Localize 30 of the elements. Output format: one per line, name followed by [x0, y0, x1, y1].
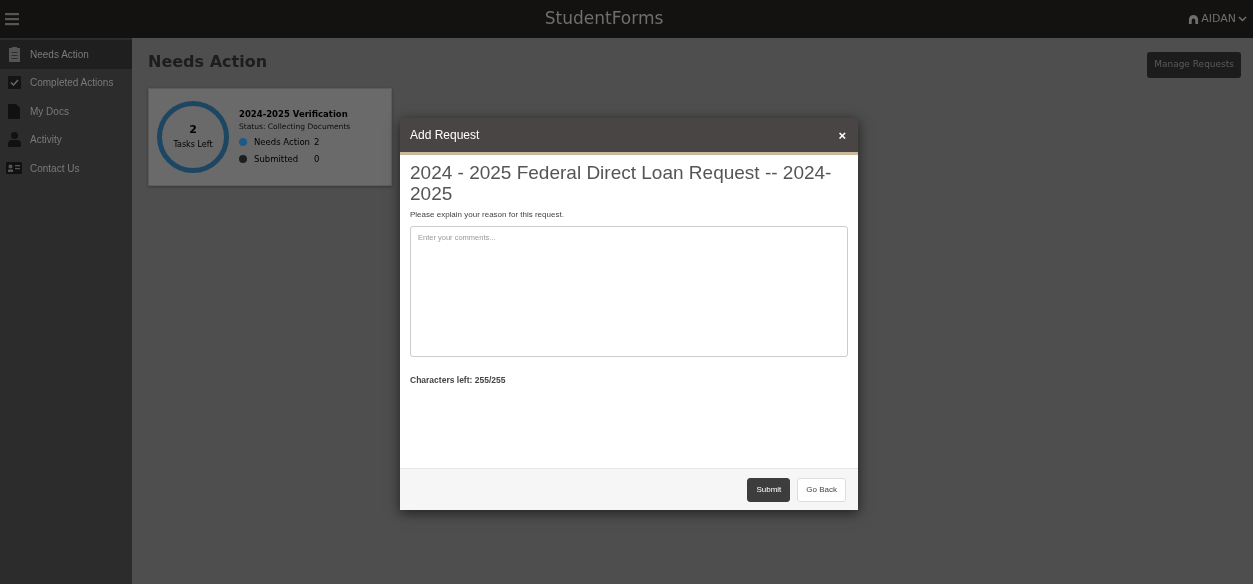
sidebar-item[interactable]: Contact Us [0, 154, 132, 183]
dialog-title: Add Request [410, 127, 480, 144]
contact-card-icon [6, 162, 22, 175]
card-title: 2024-2025 Verification [239, 107, 349, 121]
legend-label: Submitted [254, 152, 300, 166]
close-button[interactable]: × [836, 128, 848, 142]
document-icon [8, 103, 20, 119]
sidebar-item[interactable]: Needs Action [0, 40, 132, 69]
legend-label: Needs Action [254, 135, 311, 149]
app-title: StudentForms [544, 7, 664, 31]
clipboard-icon [7, 46, 21, 63]
request-heading: 2024 - 2025 Federal Direct Loan Request -- 2024-2025 [410, 163, 833, 205]
menu-icon[interactable] [4, 11, 20, 27]
prompt-text: Please explain your reason for this request. [410, 208, 565, 221]
checkbox-icon [7, 76, 21, 90]
task-count-label: Tasks Left [173, 138, 213, 151]
sidebar-item[interactable]: Activity [0, 125, 132, 154]
sidebar-item[interactable]: Completed Actions [0, 68, 132, 97]
task-count: 2 [189, 122, 197, 139]
sidebar-item[interactable]: My Docs [0, 97, 132, 126]
person-icon [7, 132, 21, 148]
legend-count: 2 [314, 135, 320, 149]
legend-count: 0 [314, 152, 320, 166]
characters-left: Characters left: 255/255 [410, 373, 507, 387]
manage-requests-button[interactable]: Manage Requests [1147, 52, 1241, 78]
submit-button[interactable]: Submit [747, 477, 791, 502]
user-menu[interactable]: AIDAN [1188, 10, 1247, 28]
user-icon [1188, 13, 1200, 25]
go-back-button[interactable]: Go Back [797, 477, 846, 502]
caret-icon [1238, 16, 1247, 22]
